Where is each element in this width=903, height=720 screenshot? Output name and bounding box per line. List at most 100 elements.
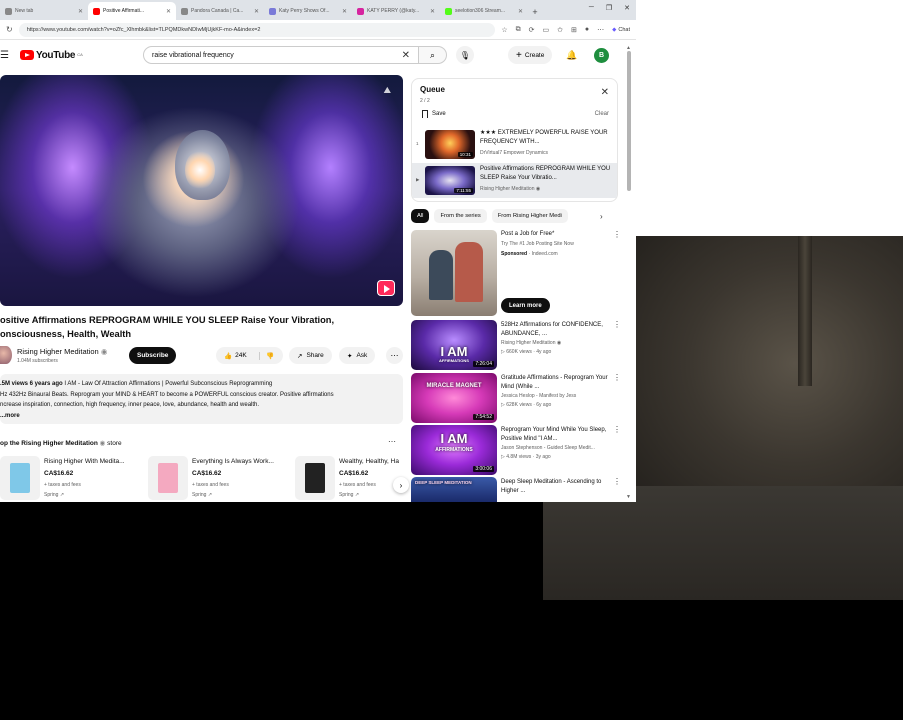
queue-item-channel: Rising Higher Meditation ◉ xyxy=(480,186,540,192)
ask-button[interactable]: ✦ Ask xyxy=(339,347,376,364)
tab-youtube[interactable]: Positive Affirmati... ✕ xyxy=(88,2,176,20)
subscribe-badge-icon[interactable] xyxy=(377,280,395,296)
product-card[interactable]: Everything Is Always Work... CA$16.62 + … xyxy=(148,454,288,502)
tab-kick-stream[interactable]: seelotion306 Stream... ✕ xyxy=(440,2,528,20)
tab-instagram[interactable]: KATY PERRY (@katy... ✕ xyxy=(352,2,440,20)
save-label: Save xyxy=(432,111,446,117)
dislike-button[interactable]: 👎 xyxy=(260,352,274,360)
tab-new-tab[interactable]: New tab ✕ xyxy=(0,2,88,20)
video-player[interactable]: ⛰ xyxy=(0,75,403,306)
chat-button[interactable]: ◆ Chat xyxy=(612,27,630,33)
share-icon: ↗ xyxy=(297,352,303,360)
ask-label: Ask xyxy=(356,352,368,359)
channel-name[interactable]: Rising Higher Meditation ◉ xyxy=(17,347,107,356)
split-icon[interactable]: ▭ xyxy=(543,26,550,34)
chip-from-series[interactable]: From the series xyxy=(434,209,487,223)
voice-search-button[interactable]: 🎙 xyxy=(456,46,474,64)
close-queue-icon[interactable]: ✕ xyxy=(601,87,609,98)
microphone-icon: 🎙 xyxy=(459,50,471,60)
queue-item-title: Positive Affirmations REPROGRAM WHILE YO… xyxy=(480,166,611,181)
close-tab-icon[interactable]: ✕ xyxy=(78,8,83,15)
scrollbar-thumb[interactable] xyxy=(627,51,631,191)
close-tab-icon[interactable]: ✕ xyxy=(166,8,171,15)
mug-image xyxy=(10,463,30,493)
video-thumbnail: MIRACLE MAGNET 7:54:52 xyxy=(411,373,497,423)
tab-favicon-icon xyxy=(269,7,276,15)
ad-domain: · Indeed.com xyxy=(527,251,558,257)
video-more-icon[interactable]: ⋮ xyxy=(613,373,621,382)
background-pole xyxy=(798,236,812,386)
maximize-icon[interactable]: ❐ xyxy=(606,4,612,12)
shop-name: Spring xyxy=(339,492,354,498)
youtube-favicon-icon xyxy=(93,7,100,15)
recommended-video[interactable]: I AM AFFIRMATIONS 3:00:06 Reprogram Your… xyxy=(411,425,623,475)
product-card[interactable]: Wealthy, Healthy, Ha CA$16.62 + taxes an… xyxy=(295,454,405,502)
products-next-icon[interactable]: › xyxy=(393,477,409,493)
chips-next-icon[interactable]: › xyxy=(600,212,603,221)
create-button[interactable]: + Create xyxy=(508,46,553,64)
minimize-icon[interactable]: ─ xyxy=(589,4,594,12)
collections-icon[interactable]: ⊞ xyxy=(571,26,577,34)
video-more-icon[interactable]: ⋮ xyxy=(613,425,621,434)
sponsored-ad[interactable]: Post a Job for Free* Try The #1 Job Post… xyxy=(411,230,623,316)
new-tab-button[interactable]: + xyxy=(528,7,542,17)
notifications-bell-icon[interactable]: 🔔 xyxy=(566,50,577,61)
extension-icon[interactable]: ⧉ xyxy=(516,26,521,34)
search-button[interactable]: ⌕ xyxy=(419,46,447,64)
recommended-video[interactable]: DEEP SLEEP MEDITATION Deep Sleep Meditat… xyxy=(411,477,623,502)
favorites-icon[interactable]: ✩ xyxy=(557,26,563,34)
ad-more-icon[interactable]: ⋮ xyxy=(613,230,621,239)
play-small-icon: ▷ xyxy=(501,349,505,355)
queue-item[interactable]: ▶ 7:11:55 Positive Affirmations REPROGRA… xyxy=(412,163,617,198)
close-tab-icon[interactable]: ✕ xyxy=(518,8,523,15)
channel-avatar[interactable] xyxy=(0,346,12,364)
verified-icon: ◉ xyxy=(99,440,106,447)
address-bar[interactable]: https://www.youtube.com/watch?v=oZfc_Xlh… xyxy=(18,22,496,37)
close-tab-icon[interactable]: ✕ xyxy=(342,8,347,15)
recommended-video[interactable]: I AM AFFIRMATIONS 7:26:04 528Hz Affirmat… xyxy=(411,320,623,370)
search-input[interactable]: raise vibrational frequency ✕ xyxy=(143,46,419,64)
refresh-icon[interactable]: ⟳ xyxy=(529,26,535,34)
description-box[interactable]: .5M views 6 years ago I AM - Law Of Attr… xyxy=(0,374,403,424)
close-tab-icon[interactable]: ✕ xyxy=(254,8,259,15)
description-more-link[interactable]: ...more xyxy=(0,411,403,422)
reload-icon[interactable]: ↻ xyxy=(6,25,13,34)
store-more-icon[interactable]: ⋯ xyxy=(388,437,396,446)
page-scrollbar[interactable]: ▲ ▼ xyxy=(626,45,632,500)
channel-name-text: Rising Higher Meditation xyxy=(17,347,99,356)
share-button[interactable]: ↗ Share xyxy=(289,347,332,364)
queue-clear-button[interactable]: Clear xyxy=(595,111,609,117)
video-title-line: ositive Affirmations REPROGRAM WHILE YOU… xyxy=(0,315,335,325)
video-more-icon[interactable]: ⋮ xyxy=(613,477,621,486)
video-title: Deep Sleep Meditation - Ascending to Hig… xyxy=(501,479,602,494)
product-card[interactable]: Rising Higher With Medita... CA$16.62 + … xyxy=(0,454,140,502)
tab-katy-perry-shows[interactable]: Katy Perry Shows Of... ✕ xyxy=(264,2,352,20)
video-more-icon[interactable]: ⋮ xyxy=(613,320,621,329)
queue-item[interactable]: 1 10:31 ★★★ EXTREMELY POWERFUL RAISE YOU… xyxy=(412,127,617,162)
menu-icon[interactable]: ⋯ xyxy=(597,26,604,34)
filter-chips: All From the series From Rising Higher M… xyxy=(411,208,618,224)
tab-bar: New tab ✕ Positive Affirmati... ✕ Pandora … xyxy=(0,0,636,20)
like-button[interactable]: 👍 24K xyxy=(216,351,260,360)
more-actions-icon[interactable]: ⋯ xyxy=(386,347,403,364)
tab-pandora[interactable]: Pandora Canada | Ca... ✕ xyxy=(176,2,264,20)
mug-image xyxy=(305,463,325,493)
learn-more-button[interactable]: Learn more xyxy=(501,298,550,313)
clear-search-icon[interactable]: ✕ xyxy=(402,50,410,61)
queue-save-button[interactable]: Save xyxy=(422,110,446,118)
account-avatar[interactable]: B xyxy=(594,47,609,63)
youtube-logo[interactable]: YouTube CA xyxy=(20,50,83,61)
screen: New tab ✕ Positive Affirmati... ✕ Pandora … xyxy=(0,0,903,720)
chip-from-channel[interactable]: From Rising Higher Medi xyxy=(491,209,568,223)
recommended-video[interactable]: MIRACLE MAGNET 7:54:52 Gratitude Affirma… xyxy=(411,373,623,423)
channel-watermark-icon[interactable]: ⛰ xyxy=(383,85,391,96)
close-tab-icon[interactable]: ✕ xyxy=(430,8,435,15)
star-icon[interactable]: ☆ xyxy=(501,26,507,34)
profile-icon[interactable]: ● xyxy=(585,26,589,33)
subscribe-button[interactable]: Subscribe xyxy=(129,347,177,364)
hamburger-menu-icon[interactable]: ☰ xyxy=(0,50,10,61)
tab-label: New tab xyxy=(15,8,34,14)
scroll-down-icon[interactable]: ▼ xyxy=(626,494,631,500)
chip-all[interactable]: All xyxy=(411,209,430,223)
close-window-icon[interactable]: ✕ xyxy=(624,4,630,12)
